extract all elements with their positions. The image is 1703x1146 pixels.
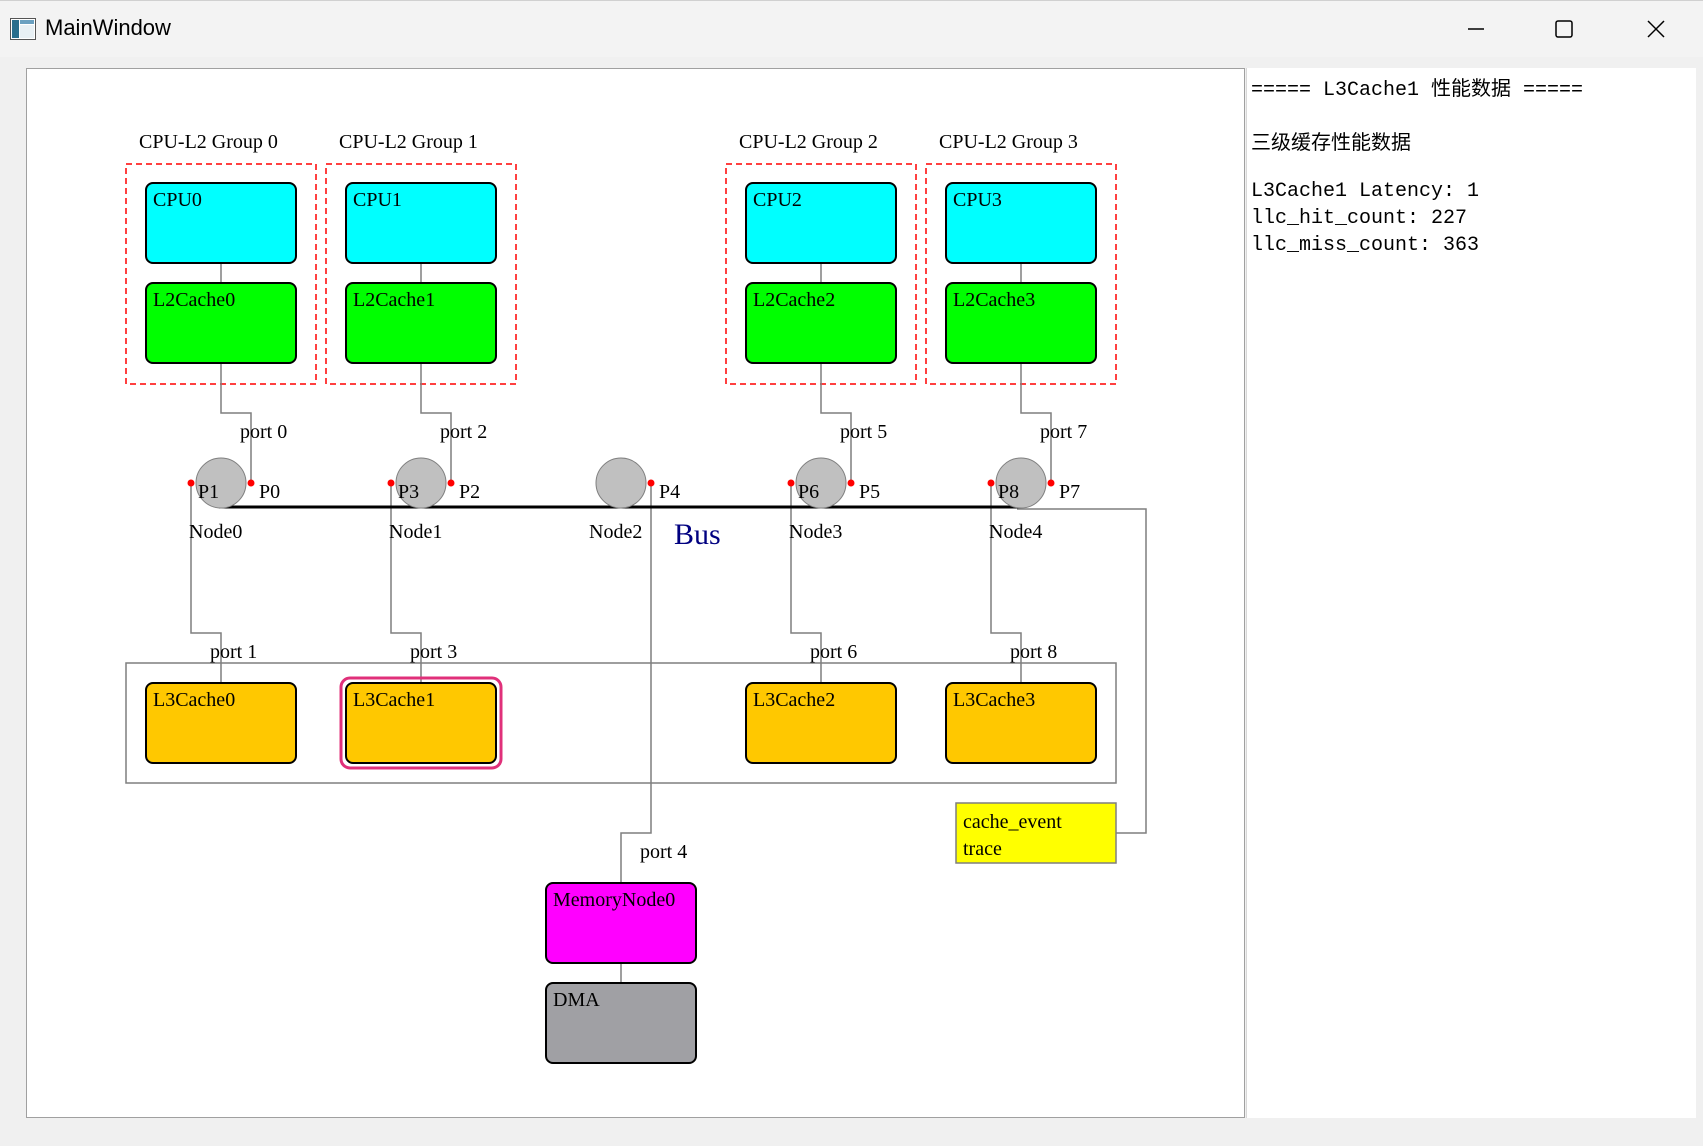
node1-label: Node1: [389, 521, 442, 543]
pin-p4-label: P4: [659, 481, 680, 503]
minimize-icon: [1468, 28, 1484, 30]
node3-label: Node3: [789, 521, 842, 543]
pin-p3-label: P3: [398, 481, 419, 503]
l3cache0-label: L3Cache0: [153, 689, 235, 711]
diagram-canvas[interactable]: CPU-L2 Group 0 CPU-L2 Group 1 CPU-L2 Gro…: [26, 68, 1245, 1118]
port-3-label: port 3: [410, 641, 457, 663]
port-8-label: port 8: [1010, 641, 1057, 663]
pin-p1-label: P1: [198, 481, 219, 503]
info-panel[interactable]: ===== L3Cache1 性能数据 ===== 三级缓存性能数据 L3Cac…: [1246, 68, 1696, 1118]
node2-circle[interactable]: [595, 457, 647, 509]
pin-p8-label: P8: [998, 481, 1019, 503]
port-7-label: port 7: [1040, 421, 1087, 443]
minimize-button[interactable]: [1436, 9, 1516, 49]
maximize-button[interactable]: [1524, 9, 1604, 49]
l3cache3-label: L3Cache3: [953, 689, 1035, 711]
title-bar: MainWindow: [0, 0, 1703, 57]
app-icon: [10, 18, 36, 40]
port-6-label: port 6: [810, 641, 857, 663]
maximize-icon: [1555, 20, 1573, 38]
pin-p6-label: P6: [798, 481, 819, 503]
memorynode0-label: MemoryNode0: [553, 889, 675, 911]
l3cache1-label: L3Cache1: [353, 689, 435, 711]
pin-p0-label: P0: [259, 481, 280, 503]
port-0-label: port 0: [240, 421, 287, 443]
pin-p2-label: P2: [459, 481, 480, 503]
info-hit-count: llc_hit_count: 227: [1251, 207, 1468, 230]
l3cache2-label: L3Cache2: [753, 689, 835, 711]
l2cache0-label: L2Cache0: [153, 289, 235, 311]
node4-label: Node4: [989, 521, 1042, 543]
status-bar: [0, 1120, 1703, 1146]
trace-line-1: cache_event: [963, 811, 1062, 833]
info-latency: L3Cache1 Latency: 1: [1251, 180, 1480, 203]
l2cache1-label: L2Cache1: [353, 289, 435, 311]
bus-label: Bus: [674, 518, 721, 551]
port-2-label: port 2: [440, 421, 487, 443]
l2cache3-label: L2Cache3: [953, 289, 1035, 311]
cpu0-label: CPU0: [153, 189, 202, 211]
window-title: MainWindow: [45, 15, 171, 40]
group-0-label: CPU-L2 Group 0: [139, 131, 278, 153]
port-4-label: port 4: [640, 841, 687, 863]
port-5-label: port 5: [840, 421, 887, 443]
port-1-label: port 1: [210, 641, 257, 663]
node0-label: Node0: [189, 521, 242, 543]
close-button[interactable]: [1616, 9, 1696, 49]
cpu1-label: CPU1: [353, 189, 402, 211]
info-miss-count: llc_miss_count: 363: [1251, 234, 1480, 257]
l2cache2-label: L2Cache2: [753, 289, 835, 311]
group-2-label: CPU-L2 Group 2: [739, 131, 878, 153]
pin-p7-label: P7: [1059, 481, 1080, 503]
info-subtitle: 三级缓存性能数据: [1251, 133, 1411, 156]
close-icon: [1647, 20, 1665, 38]
info-header: ===== L3Cache1 性能数据 =====: [1251, 79, 1584, 102]
cpu2-label: CPU2: [753, 189, 802, 211]
node2-label: Node2: [589, 521, 642, 543]
dma-label: DMA: [553, 989, 600, 1011]
trace-line-2: trace: [963, 838, 1002, 860]
cpu3-label: CPU3: [953, 189, 1002, 211]
group-1-label: CPU-L2 Group 1: [339, 131, 478, 153]
group-3-label: CPU-L2 Group 3: [939, 131, 1078, 153]
pin-p5-label: P5: [859, 481, 880, 503]
